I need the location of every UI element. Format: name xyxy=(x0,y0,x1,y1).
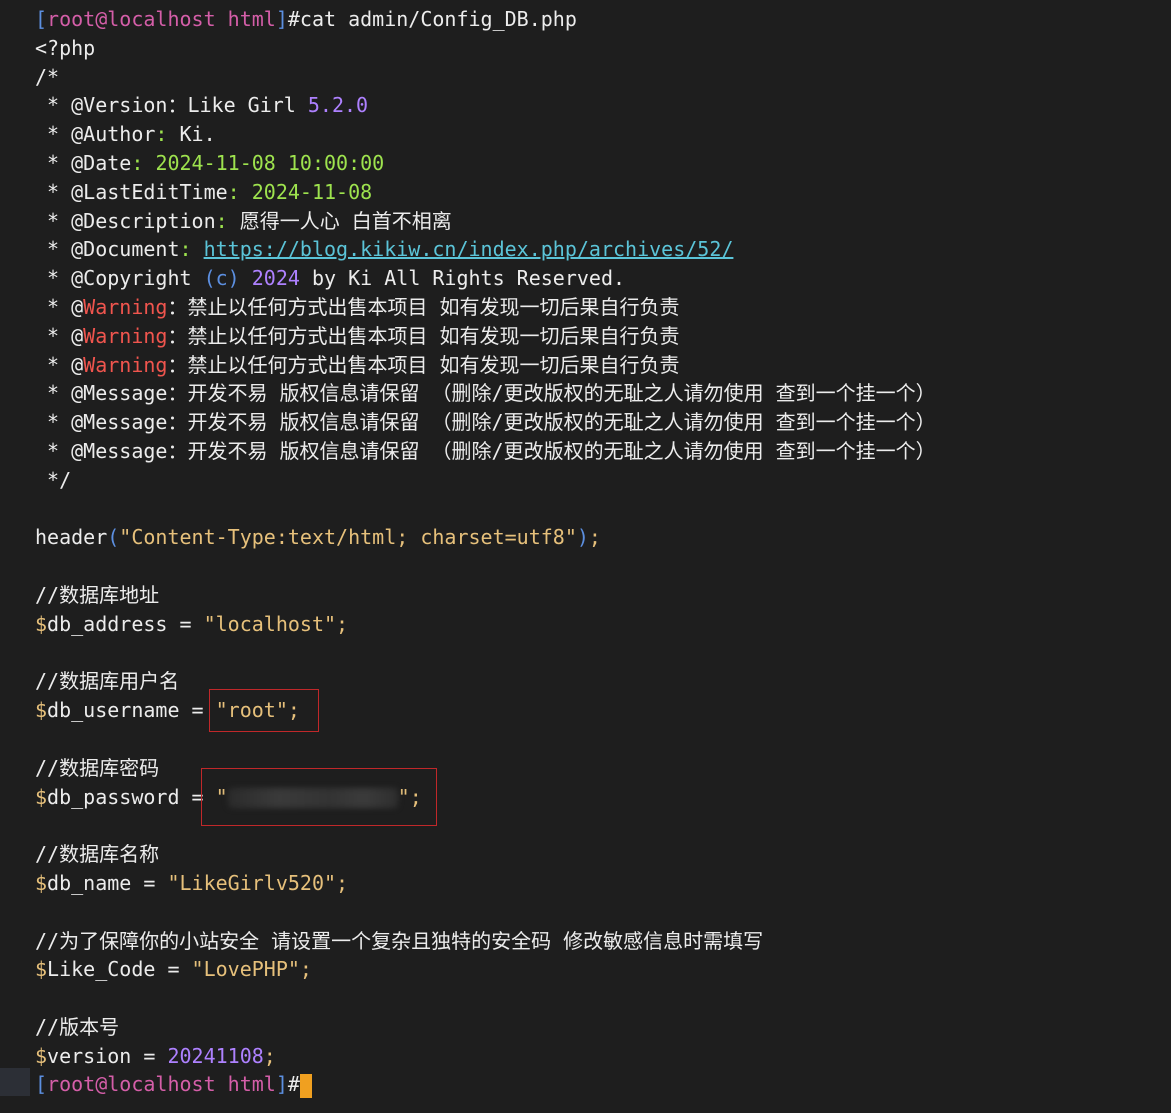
version-line: * @Version：Like Girl 5.2.0 xyxy=(35,93,369,118)
prompt-line-active[interactable]: [root@localhost html]# xyxy=(35,1070,1165,1099)
comment-db-name: //数据库名称 xyxy=(35,842,160,867)
db-username-line: $db_username = "root"; xyxy=(35,689,1165,732)
comment-open: /* xyxy=(35,64,60,89)
terminal-output[interactable]: [root@localhost html]#cat admin/Config_D… xyxy=(35,5,1165,1099)
command-text: #cat admin/Config_DB.php xyxy=(287,7,577,31)
warning-line-1: * @Warning：禁止以任何方式出售本项目 如有发现一切后果自行负责 xyxy=(35,294,680,319)
copyright-line: * @Copyright (c) 2024 by Ki All Rights R… xyxy=(35,266,626,291)
like-code-line: $Like_Code = "LovePHP"; xyxy=(35,957,312,982)
username-highlight-box: "root"; xyxy=(208,689,319,732)
password-redacted-blur xyxy=(227,788,398,809)
version-var-line: $version = 20241108; xyxy=(35,1043,276,1068)
db-name-line: $db_name = "LikeGirlv520"; xyxy=(35,870,349,895)
db-password-line: $db_password = " "; xyxy=(35,767,1165,827)
comment-db-address: //数据库地址 xyxy=(35,582,160,607)
comment-like-code: //为了保障你的小站安全 请设置一个复杂且独特的安全码 修改敏感信息时需填写 xyxy=(35,928,764,953)
terminal-cursor[interactable] xyxy=(299,1073,312,1098)
prompt-user-host: root@localhost xyxy=(47,7,216,31)
description-line: * @Description: 愿得一人心 白首不相离 xyxy=(35,208,452,233)
comment-version: //版本号 xyxy=(35,1014,120,1039)
document-link[interactable]: https://blog.kikiw.cn/index.php/archives… xyxy=(204,237,734,261)
line-gutter-marker xyxy=(0,1068,30,1096)
password-highlight-box: " "; xyxy=(200,767,437,827)
prompt-line: [root@localhost html]#cat admin/Config_D… xyxy=(35,7,577,31)
db-address-line: $db_address = "localhost"; xyxy=(35,611,349,636)
comment-db-username: //数据库用户名 xyxy=(35,669,180,694)
message-line-2: * @Message：开发不易 版权信息请保留 （删除/更改版权的无耻之人请勿使… xyxy=(35,410,936,435)
date-line: * @Date: 2024-11-08 10:00:00 xyxy=(35,150,385,175)
comment-db-password: //数据库密码 xyxy=(35,755,160,780)
warning-line-2: * @Warning：禁止以任何方式出售本项目 如有发现一切后果自行负责 xyxy=(35,323,680,348)
header-call-line: header("Content-Type:text/html; charset=… xyxy=(35,525,601,550)
warning-line-3: * @Warning：禁止以任何方式出售本项目 如有发现一切后果自行负责 xyxy=(35,352,680,377)
author-line: * @Author: Ki. xyxy=(35,122,216,147)
message-line-3: * @Message：开发不易 版权信息请保留 （删除/更改版权的无耻之人请勿使… xyxy=(35,438,936,463)
prompt-dir: html xyxy=(227,7,276,31)
comment-close: */ xyxy=(47,467,72,492)
lastedit-line: * @LastEditTime: 2024-11-08 xyxy=(35,179,373,204)
document-line: * @Document: https://blog.kikiw.cn/index… xyxy=(35,237,734,262)
php-open-tag: <?php xyxy=(35,35,96,60)
message-line-1: * @Message：开发不易 版权信息请保留 （删除/更改版权的无耻之人请勿使… xyxy=(35,381,936,406)
